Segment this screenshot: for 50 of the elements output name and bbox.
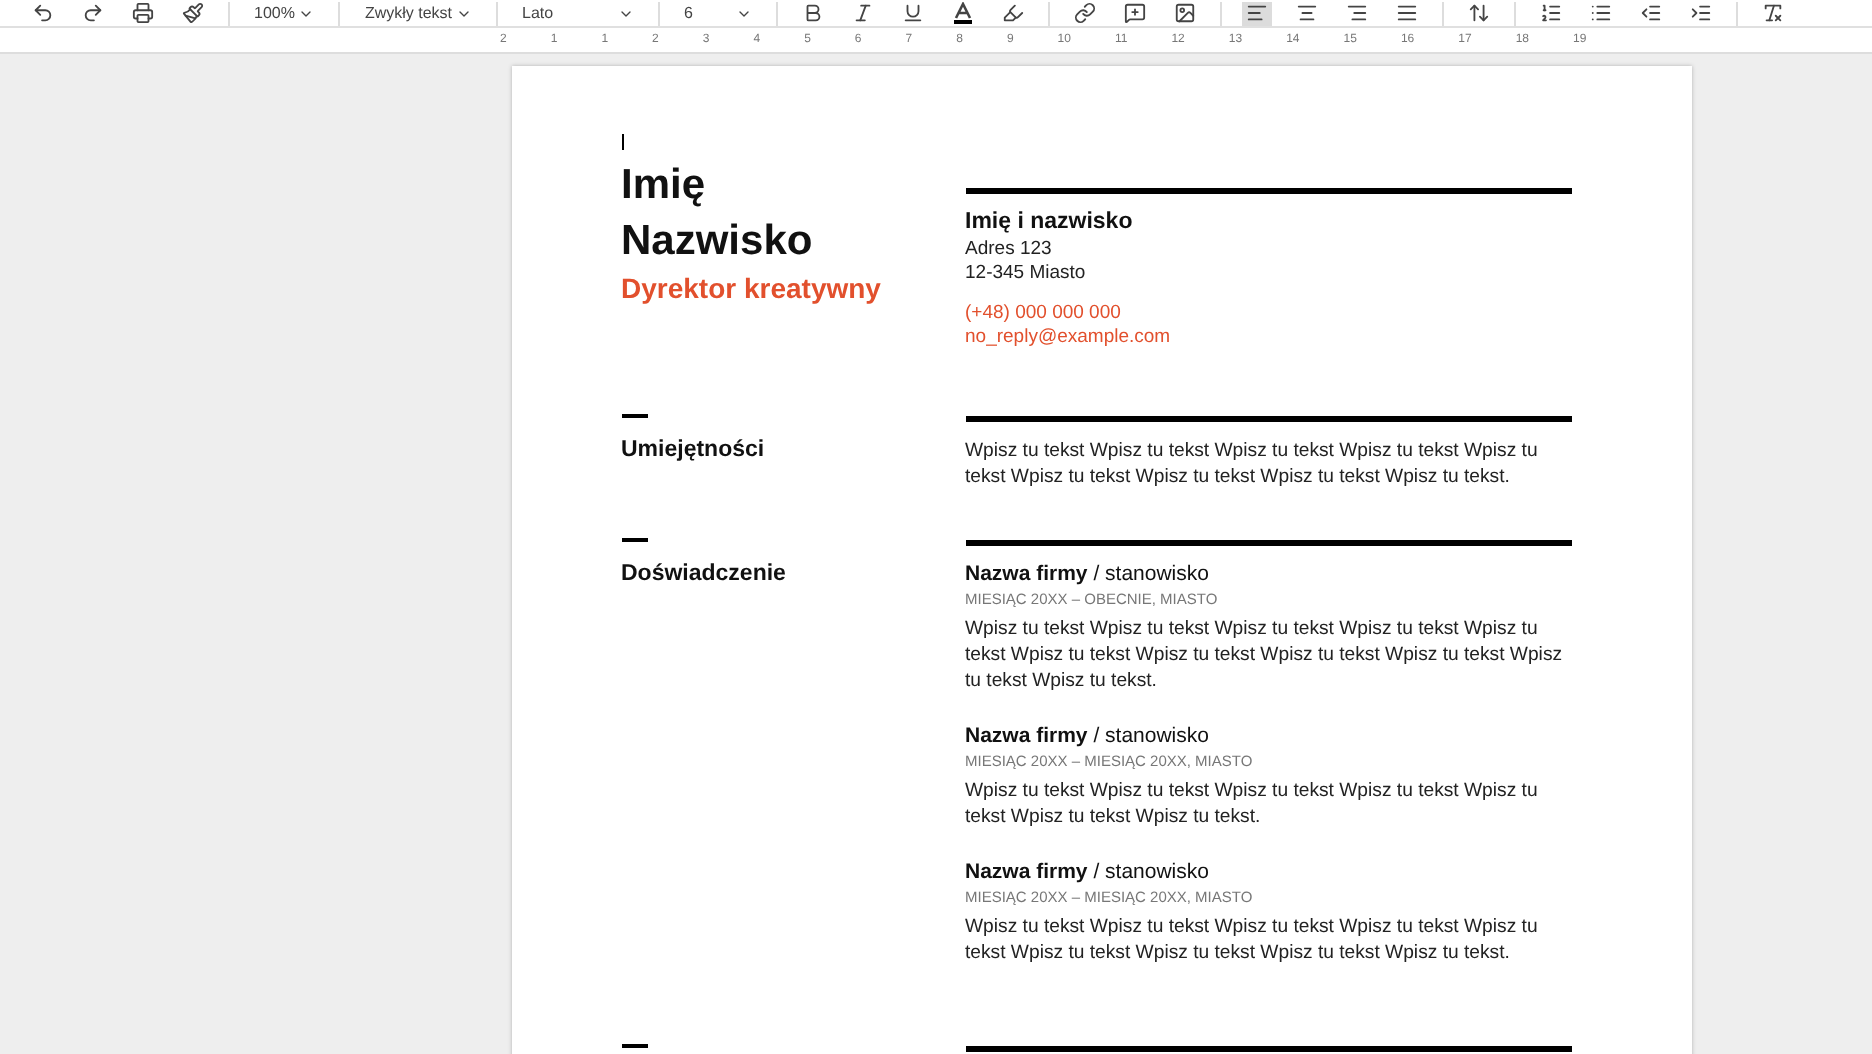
font-dropdown[interactable]: Lato — [518, 1, 639, 25]
name-heading: Nazwisko — [621, 216, 815, 268]
job-heading: Nazwa firmy / stanowisko — [965, 860, 1211, 884]
indent-increase-icon — [1690, 2, 1713, 24]
paragraph: Wpisz tu tekst Wpisz tu tekst Wpisz tu tekst Wpisz tu tekst Wpisz tu tekst Wpisz tu tekst Wpisz tu tekst Wpisz tu tekst Wpisz tu tekst Wpisz tu tekst Wpisz tu tekst. — [965, 616, 1565, 694]
link-icon — [1074, 2, 1097, 24]
link-button[interactable] — [1070, 1, 1101, 25]
paintbrush-icon — [182, 2, 204, 24]
phone-number: (+48) 000 000 000 — [965, 302, 1123, 326]
undo-icon — [32, 2, 54, 24]
align-left-icon — [1246, 2, 1269, 24]
highlight-button[interactable] — [998, 1, 1029, 25]
align-justify-icon — [1396, 2, 1419, 24]
underline-icon — [902, 2, 925, 24]
clear-formatting-icon — [1762, 2, 1785, 24]
bulleted-list-icon — [1590, 2, 1613, 24]
align-right-icon — [1346, 2, 1369, 24]
style-dropdown[interactable]: Zwykły tekst — [360, 1, 477, 25]
job-title: Dyrektor kreatywny — [621, 272, 883, 304]
align-center-icon — [1296, 2, 1319, 24]
line-spacing-icon — [1468, 2, 1491, 24]
job-heading: Nazwa firmy / stanowisko — [965, 562, 1211, 586]
section-heading: Doświadczenie — [621, 562, 788, 586]
image-icon — [1174, 2, 1197, 24]
highlighter-icon — [1002, 2, 1025, 24]
bold-icon — [802, 2, 825, 24]
printer-icon — [132, 2, 154, 24]
align-button[interactable] — [1242, 1, 1273, 25]
job-heading: Nazwa firmy / stanowisko — [965, 724, 1211, 748]
comment-button[interactable] — [1120, 1, 1151, 25]
paragraph: Wpisz tu tekst Wpisz tu tekst Wpisz tu tekst Wpisz tu tekst Wpisz tu tekst Wpisz tu tekst Wpisz tu tekst Wpisz tu tekst Wpisz tu tekst. — [965, 914, 1540, 966]
comment-icon — [1124, 2, 1147, 24]
section-heading: Umiejętności — [621, 438, 767, 462]
italic-icon — [852, 2, 875, 24]
contact-name: Imię i nazwisko — [965, 210, 1135, 234]
name-heading: Imię — [621, 160, 708, 212]
paragraph: Wpisz tu tekst Wpisz tu tekst Wpisz tu tekst Wpisz tu tekst Wpisz tu tekst Wpisz tu tekst Wpisz tu tekst Wpisz tu tekst Wpisz tu tekst. — [965, 438, 1540, 490]
address-line: 12-345 Miasto — [965, 262, 1088, 286]
zoom-dropdown[interactable]: 100% — [250, 1, 319, 25]
text-cursor — [621, 134, 623, 150]
font-size-dropdown[interactable]: 6 — [680, 1, 757, 25]
numbered-list-icon — [1540, 2, 1563, 24]
print-button[interactable] — [128, 1, 158, 25]
paint-format-button[interactable] — [178, 1, 208, 25]
paragraph: Wpisz tu tekst Wpisz tu tekst Wpisz tu tekst Wpisz tu tekst Wpisz tu tekst Wpisz tu tekst Wpisz tu tekst. — [965, 778, 1540, 830]
indent-decrease-icon — [1640, 2, 1663, 24]
redo-icon — [82, 2, 104, 24]
text-color-icon — [952, 2, 975, 24]
address-line: Adres 123 — [965, 238, 1054, 262]
email-address: no_reply@example.com — [965, 326, 1173, 350]
